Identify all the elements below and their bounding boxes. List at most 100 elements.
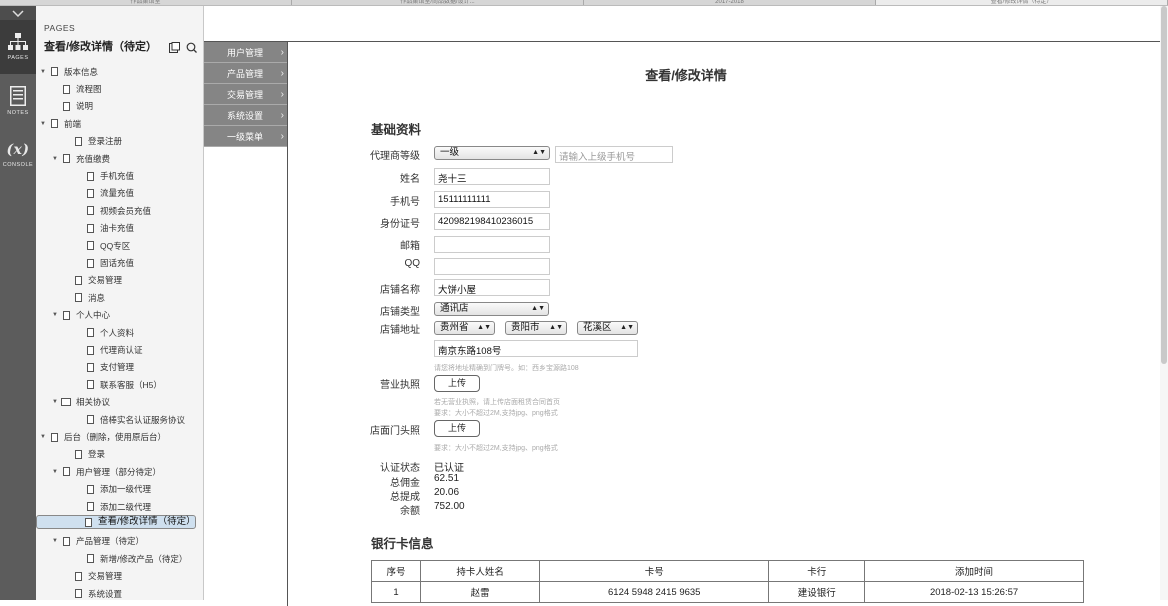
page-icon	[87, 328, 94, 338]
nav-item-transaction-management[interactable]: 交易管理 ›	[204, 84, 288, 105]
qq-input[interactable]	[434, 258, 550, 275]
tree-item[interactable]: ▼ 版本信息	[36, 63, 196, 80]
basic-info-title: 基础资料	[371, 123, 422, 137]
tree-item[interactable]: 支付管理	[36, 359, 196, 376]
tree-item[interactable]: 说明	[36, 98, 196, 115]
tree-item[interactable]: ▼ 用户管理（部分待定）	[36, 463, 196, 480]
tree-item-label: 联系客服（H5）	[100, 379, 162, 390]
tree-item[interactable]: 交易管理	[36, 568, 196, 585]
label-name: 姓名	[400, 174, 420, 185]
document-tab-active[interactable]: 查看/修改详情（待定）	[876, 0, 1168, 5]
expand-arrow-icon[interactable]: ▼	[51, 156, 59, 162]
street-address-hint: 请您将地址精确到门牌号。如：西乡宝源路108	[434, 365, 579, 372]
tree-item-label: 固话充值	[100, 258, 135, 269]
tree-item-label: 充值缴费	[76, 153, 111, 164]
expand-arrow-icon[interactable]: ▼	[39, 121, 47, 127]
select-arrows-icon: ▲▼	[531, 305, 545, 312]
total-withdrawn-value: 20.06	[434, 487, 460, 498]
email-input[interactable]	[434, 236, 550, 253]
table-row[interactable]: 1 赵雷 6124 5948 2415 9635 建设银行 2018-02-13…	[370, 581, 1084, 603]
district-select[interactable]: 花溪区 ▲▼	[577, 321, 638, 335]
tree-item[interactable]: ▼ 个人中心	[36, 307, 196, 324]
tree-item[interactable]: 固话充值	[36, 254, 196, 271]
table-cell: 6124 5948 2415 9635	[539, 581, 770, 603]
select-arrows-icon: ▲▼	[477, 324, 491, 331]
expand-arrow-icon[interactable]: ▼	[51, 312, 59, 318]
tree-item[interactable]: 流量充值	[36, 185, 196, 202]
tree-item-label: 交易管理	[88, 275, 123, 286]
upload-storefront-button[interactable]: 上传	[434, 420, 480, 437]
name-input[interactable]: 尧十三	[434, 168, 550, 185]
admin-nav-menu: 用户管理 › 产品管理 › 交易管理 › 系统设置 › 一级菜单 ›	[204, 42, 288, 147]
search-page-icon[interactable]	[186, 42, 197, 53]
shop-name-input[interactable]: 大饼小屋	[434, 279, 550, 296]
idcard-input[interactable]: 420982198410236015	[434, 213, 550, 230]
notes-tool-button[interactable]: NOTES	[0, 74, 36, 128]
tree-item[interactable]: 代理商认证	[36, 341, 196, 358]
pages-tool-label: PAGES	[7, 55, 29, 61]
page-icon	[51, 119, 58, 129]
tree-item[interactable]: 登录	[36, 446, 196, 463]
nav-item-system-settings[interactable]: 系统设置 ›	[204, 105, 288, 126]
page-icon	[85, 517, 92, 527]
tree-item[interactable]: 视频会员充值	[36, 202, 196, 219]
agent-level-select[interactable]: 一级 ▲▼	[434, 146, 550, 160]
label-auth-status: 认证状态	[380, 463, 420, 474]
label-idcard: 身份证号	[380, 219, 420, 230]
tree-item-label: 系统设置	[88, 588, 123, 599]
tree-item-label: 倍棒实名认证服务协议	[100, 414, 186, 425]
tree-item[interactable]: 手机充值	[36, 167, 196, 184]
expand-arrow-icon[interactable]: ▼	[51, 469, 59, 475]
tree-item[interactable]: 交易管理	[36, 272, 196, 289]
tree-item[interactable]: 添加二级代理	[36, 498, 196, 515]
tree-item[interactable]: ▼ 前端	[36, 115, 196, 132]
tree-item[interactable]: 添加一级代理	[36, 481, 196, 498]
document-tab[interactable]: 作品集馆室/尚品数据/设计...	[292, 0, 584, 5]
add-page-icon[interactable]	[169, 42, 180, 53]
pages-panel-caption: PAGES	[44, 23, 76, 33]
page-icon	[51, 432, 58, 442]
upload-license-button[interactable]: 上传	[434, 375, 480, 392]
license-hint-1: 若无营业执照，请上传店面租赁合同首页	[434, 399, 560, 406]
phone-input[interactable]: 15111111111	[434, 191, 550, 208]
expand-arrow-icon[interactable]: ▼	[51, 538, 59, 544]
parent-phone-input[interactable]: 请输入上级手机号	[555, 146, 673, 163]
tree-item[interactable]: 流程图	[36, 80, 196, 97]
tree-item[interactable]: 查看/修改详情（待定）	[36, 515, 196, 530]
province-select[interactable]: 贵州省 ▲▼	[434, 321, 495, 335]
expand-arrow-icon[interactable]: ▼	[39, 69, 47, 75]
variable-icon: (x)	[6, 142, 30, 158]
tree-item-label: 个人资料	[100, 327, 135, 338]
tree-item[interactable]: ▼ 相关协议	[36, 394, 196, 411]
pages-panel: PAGES 查看/修改详情（待定） ▼ 版本信息 流程图 说明 ▼ 前端 登录注册 ▼ 充值缴费…	[36, 6, 204, 600]
tree-item[interactable]: 登录注册	[36, 133, 196, 150]
nav-item-user-management[interactable]: 用户管理 ›	[204, 42, 288, 63]
city-select[interactable]: 贵阳市 ▲▼	[505, 321, 567, 335]
shop-type-select[interactable]: 通讯店 ▲▼	[434, 302, 549, 316]
nav-item-level1-menu[interactable]: 一级菜单 ›	[204, 126, 288, 147]
tree-item[interactable]: 油卡充值	[36, 220, 196, 237]
street-address-input[interactable]: 南京东路108号	[434, 340, 638, 357]
pages-tool-button[interactable]: PAGES	[0, 20, 36, 74]
expand-arrow-icon[interactable]: ▼	[51, 399, 59, 405]
collapse-button[interactable]	[0, 6, 36, 20]
tree-item[interactable]: QQ专区	[36, 237, 196, 254]
expand-arrow-icon[interactable]: ▼	[39, 434, 47, 440]
tree-item[interactable]: 系统设置	[36, 585, 196, 600]
tree-item[interactable]: 倍棒实名认证服务协议	[36, 411, 196, 428]
tree-item[interactable]: 消息	[36, 289, 196, 306]
console-tool-button[interactable]: (x) CONSOLE	[0, 128, 36, 182]
tree-item-label: 流量充值	[100, 188, 135, 199]
canvas-scrollbar[interactable]	[1160, 6, 1168, 600]
tree-item[interactable]: 新增/修改产品（待定）	[36, 550, 196, 567]
document-tab[interactable]: 作品集馆室	[0, 0, 292, 5]
chevron-down-icon	[12, 9, 24, 17]
label-phone: 手机号	[390, 197, 420, 208]
tree-item[interactable]: 个人资料	[36, 324, 196, 341]
tree-item[interactable]: ▼ 充值缴费	[36, 150, 196, 167]
tree-item[interactable]: ▼ 产品管理（待定）	[36, 533, 196, 550]
document-tab[interactable]: 2017-2018	[584, 0, 876, 5]
tree-item[interactable]: ▼ 后台（删除，使用原后台）	[36, 428, 196, 445]
tree-item-label: 视频会员充值	[100, 205, 152, 216]
tree-item[interactable]: 联系客服（H5）	[36, 376, 196, 393]
